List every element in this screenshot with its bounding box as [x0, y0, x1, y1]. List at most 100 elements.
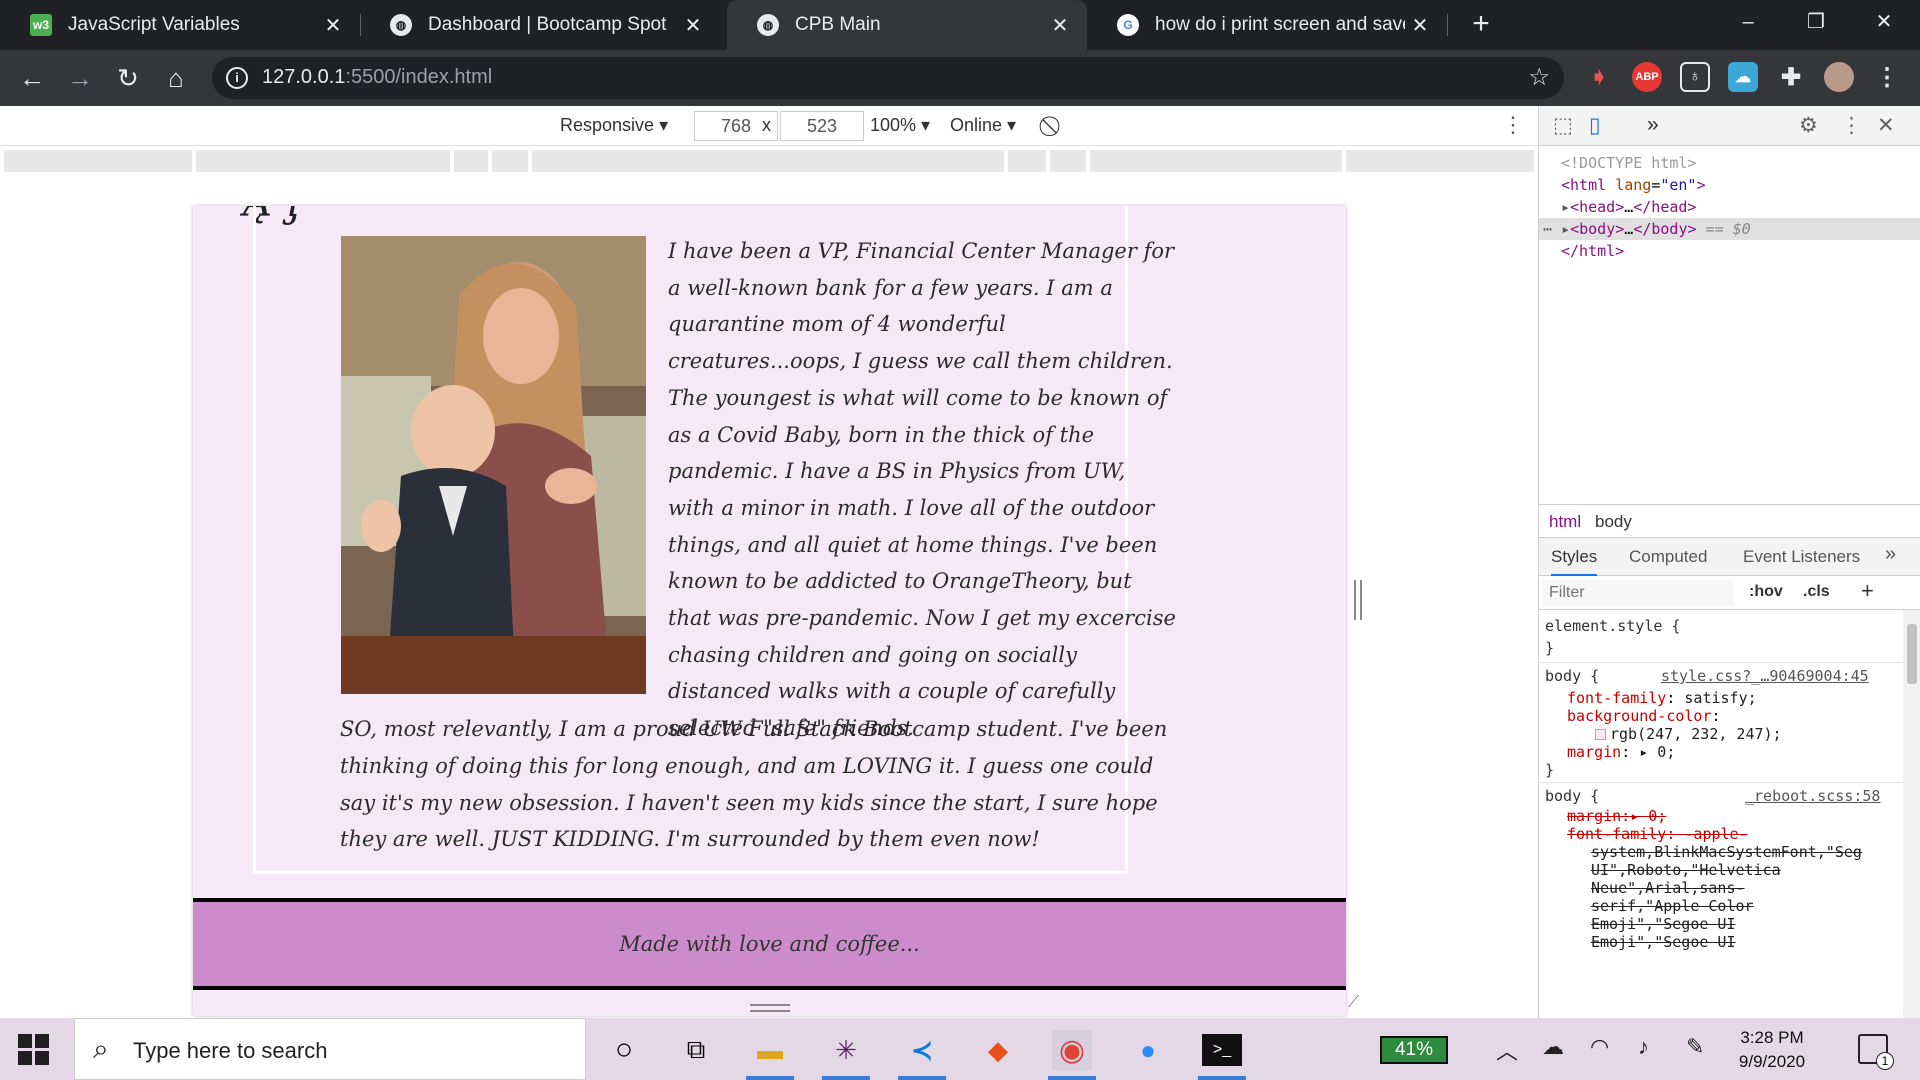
device-toggle-icon[interactable]: ▯	[1589, 113, 1601, 138]
expand-triangle-icon[interactable]: ▸	[1561, 220, 1570, 238]
new-rule-button[interactable]: +	[1861, 578, 1874, 604]
close-devtools-icon[interactable]: ✕	[1877, 113, 1895, 138]
reload-icon[interactable]: ↻	[110, 60, 146, 96]
doctype-node[interactable]: <!DOCTYPE html>	[1539, 152, 1920, 174]
restore-icon[interactable]: ❐	[1782, 0, 1850, 44]
git-kraken-icon[interactable]: ◆	[978, 1030, 1018, 1070]
network-select[interactable]: Online ▾	[950, 115, 1016, 136]
rule1-bg-value[interactable]: rgb(247, 232, 247);	[1595, 724, 1782, 744]
devtools-settings-icon[interactable]: ⚙	[1799, 113, 1818, 138]
media-query-bar[interactable]	[196, 150, 450, 172]
rule1-source-link[interactable]: style.css?_…90469004:45	[1661, 666, 1869, 686]
tab-javascript-variables[interactable]: w3 JavaScript Variables ✕	[0, 0, 360, 50]
task-view-icon[interactable]: ⧉	[676, 1030, 716, 1070]
terminal-icon[interactable]: >_	[1202, 1034, 1242, 1066]
puzzle-icon[interactable]: ✚	[1776, 62, 1806, 92]
tab-google-search[interactable]: G how do i print screen and save to ✕	[1087, 0, 1447, 50]
close-window-icon[interactable]: ✕	[1850, 0, 1918, 44]
viewport-resize-handle-bottom[interactable]	[750, 1004, 790, 1012]
rule2-source-link[interactable]: _reboot.scss:58	[1745, 786, 1880, 806]
media-query-bar[interactable]	[1346, 150, 1534, 172]
menu-icon[interactable]: ⋮	[1872, 62, 1902, 92]
pen-icon[interactable]: ✎	[1686, 1034, 1704, 1060]
vscode-icon[interactable]: ≺	[902, 1030, 942, 1070]
home-icon[interactable]: ⌂	[158, 60, 194, 96]
bulb-icon[interactable]: ♁	[1680, 62, 1710, 92]
element-style-selector[interactable]: element.style {	[1545, 616, 1680, 636]
html-close-node[interactable]: </html>	[1539, 240, 1920, 262]
rule1-selector[interactable]: body {	[1545, 666, 1599, 686]
body-node-selected[interactable]: ⋯ ▸<body>…</body> == $0	[1539, 218, 1920, 240]
close-tab-icon[interactable]: ✕	[678, 13, 708, 38]
wifi-icon[interactable]: ◠	[1590, 1034, 1609, 1060]
breadcrumb-body[interactable]: body	[1595, 512, 1632, 532]
class-toggle[interactable]: .cls	[1803, 583, 1830, 601]
scrollbar-thumb[interactable]	[1907, 624, 1917, 684]
new-tab-button[interactable]: +	[1465, 8, 1497, 40]
media-query-bar[interactable]	[1050, 150, 1086, 172]
rule1-prop-margin[interactable]: margin: ▸ 0;	[1567, 742, 1675, 762]
rule2-prop-margin-overridden[interactable]: margin:▸ 0;	[1567, 806, 1666, 826]
adblock-plus-icon[interactable]: ABP	[1632, 62, 1662, 92]
tab-computed[interactable]: Computed	[1629, 547, 1707, 567]
media-query-bar[interactable]	[1090, 150, 1342, 172]
tab-bootcamp-spot[interactable]: ◍ Dashboard | Bootcamp Spot ✕	[360, 0, 720, 50]
windows-start-icon[interactable]	[18, 1034, 50, 1066]
device-options-icon[interactable]: ⋮	[1502, 112, 1524, 138]
chrome-icon[interactable]: ◉	[1052, 1030, 1092, 1070]
site-info-icon[interactable]: i	[226, 67, 248, 89]
cortana-icon[interactable]: ○	[604, 1030, 644, 1070]
rule2-prop-font-family-overridden[interactable]: font-family: -apple-	[1567, 824, 1748, 844]
media-query-bar[interactable]	[1008, 150, 1046, 172]
bookmark-star-icon[interactable]: ☆	[1528, 63, 1550, 92]
styles-scrollbar[interactable]	[1903, 610, 1920, 1018]
device-mode-select[interactable]: Responsive ▾	[560, 115, 668, 136]
color-swatch[interactable]	[1595, 729, 1606, 740]
more-subtabs-icon[interactable]: »	[1885, 543, 1896, 566]
html-node[interactable]: <html lang="en">	[1539, 174, 1920, 196]
tab-event-listeners[interactable]: Event Listeners	[1743, 547, 1860, 567]
rule1-prop-font-family[interactable]: font-family: satisfy;	[1567, 688, 1757, 708]
media-query-bar[interactable]	[4, 150, 192, 172]
record-icon[interactable]: ➧	[1584, 62, 1614, 92]
forward-icon[interactable]: →	[62, 60, 98, 96]
head-node[interactable]: ▸<head>…</head>	[1539, 196, 1920, 218]
slack-icon[interactable]: ✳	[826, 1030, 866, 1070]
back-icon[interactable]: ←	[14, 60, 50, 96]
rule1-prop-background-color[interactable]: background-color:	[1567, 706, 1721, 726]
hover-state-toggle[interactable]: :hov	[1749, 583, 1783, 601]
url-text[interactable]: 127.0.0.1:5500/index.html	[262, 66, 492, 89]
tab-cpb-main[interactable]: ◍ CPB Main ✕	[727, 0, 1087, 50]
battery-indicator[interactable]: 41%	[1380, 1036, 1448, 1064]
devtools-menu-icon[interactable]: ⋮	[1841, 113, 1862, 138]
close-tab-icon[interactable]: ✕	[318, 13, 348, 38]
profile-avatar[interactable]	[1824, 62, 1854, 92]
media-query-bar[interactable]	[454, 150, 488, 172]
zoom-icon[interactable]: ●	[1128, 1030, 1168, 1070]
height-field[interactable]: 523	[780, 111, 864, 141]
notification-center-icon[interactable]: 1	[1858, 1034, 1894, 1070]
taskbar-search-box[interactable]: ⌕ Type here to search	[74, 1018, 586, 1080]
minimize-icon[interactable]: –	[1714, 0, 1782, 44]
close-tab-icon[interactable]: ✕	[1405, 13, 1435, 38]
more-panels-icon[interactable]: »	[1647, 113, 1659, 137]
media-query-bar[interactable]	[492, 150, 528, 172]
file-explorer-icon[interactable]: ▬	[750, 1030, 790, 1070]
rule2-selector[interactable]: body {	[1545, 786, 1599, 806]
expand-triangle-icon[interactable]: ▸	[1561, 198, 1570, 216]
system-clock[interactable]: 3:28 PM 9/9/2020	[1724, 1026, 1820, 1074]
inspect-element-icon[interactable]: ⬚	[1553, 113, 1573, 138]
onedrive-icon[interactable]: ☁	[1542, 1034, 1564, 1060]
media-query-bar[interactable]	[532, 150, 1004, 172]
viewport-resize-handle-corner[interactable]: ⟋	[1348, 994, 1368, 1014]
zoom-select[interactable]: 100% ▾	[870, 115, 930, 136]
close-tab-icon[interactable]: ✕	[1045, 13, 1075, 38]
ellipsis-icon[interactable]: ⋯	[1543, 220, 1552, 238]
show-hidden-icons-chevron-icon[interactable]: ︿	[1496, 1034, 1518, 1066]
cloud-icon[interactable]: ☁	[1728, 62, 1758, 92]
viewport-resize-handle-right[interactable]	[1354, 580, 1362, 620]
styles-filter-input[interactable]	[1543, 580, 1733, 606]
breadcrumb-html[interactable]: html	[1549, 512, 1581, 532]
tab-styles[interactable]: Styles	[1551, 547, 1598, 576]
address-bar[interactable]: i 127.0.0.1:5500/index.html ☆	[212, 57, 1564, 99]
